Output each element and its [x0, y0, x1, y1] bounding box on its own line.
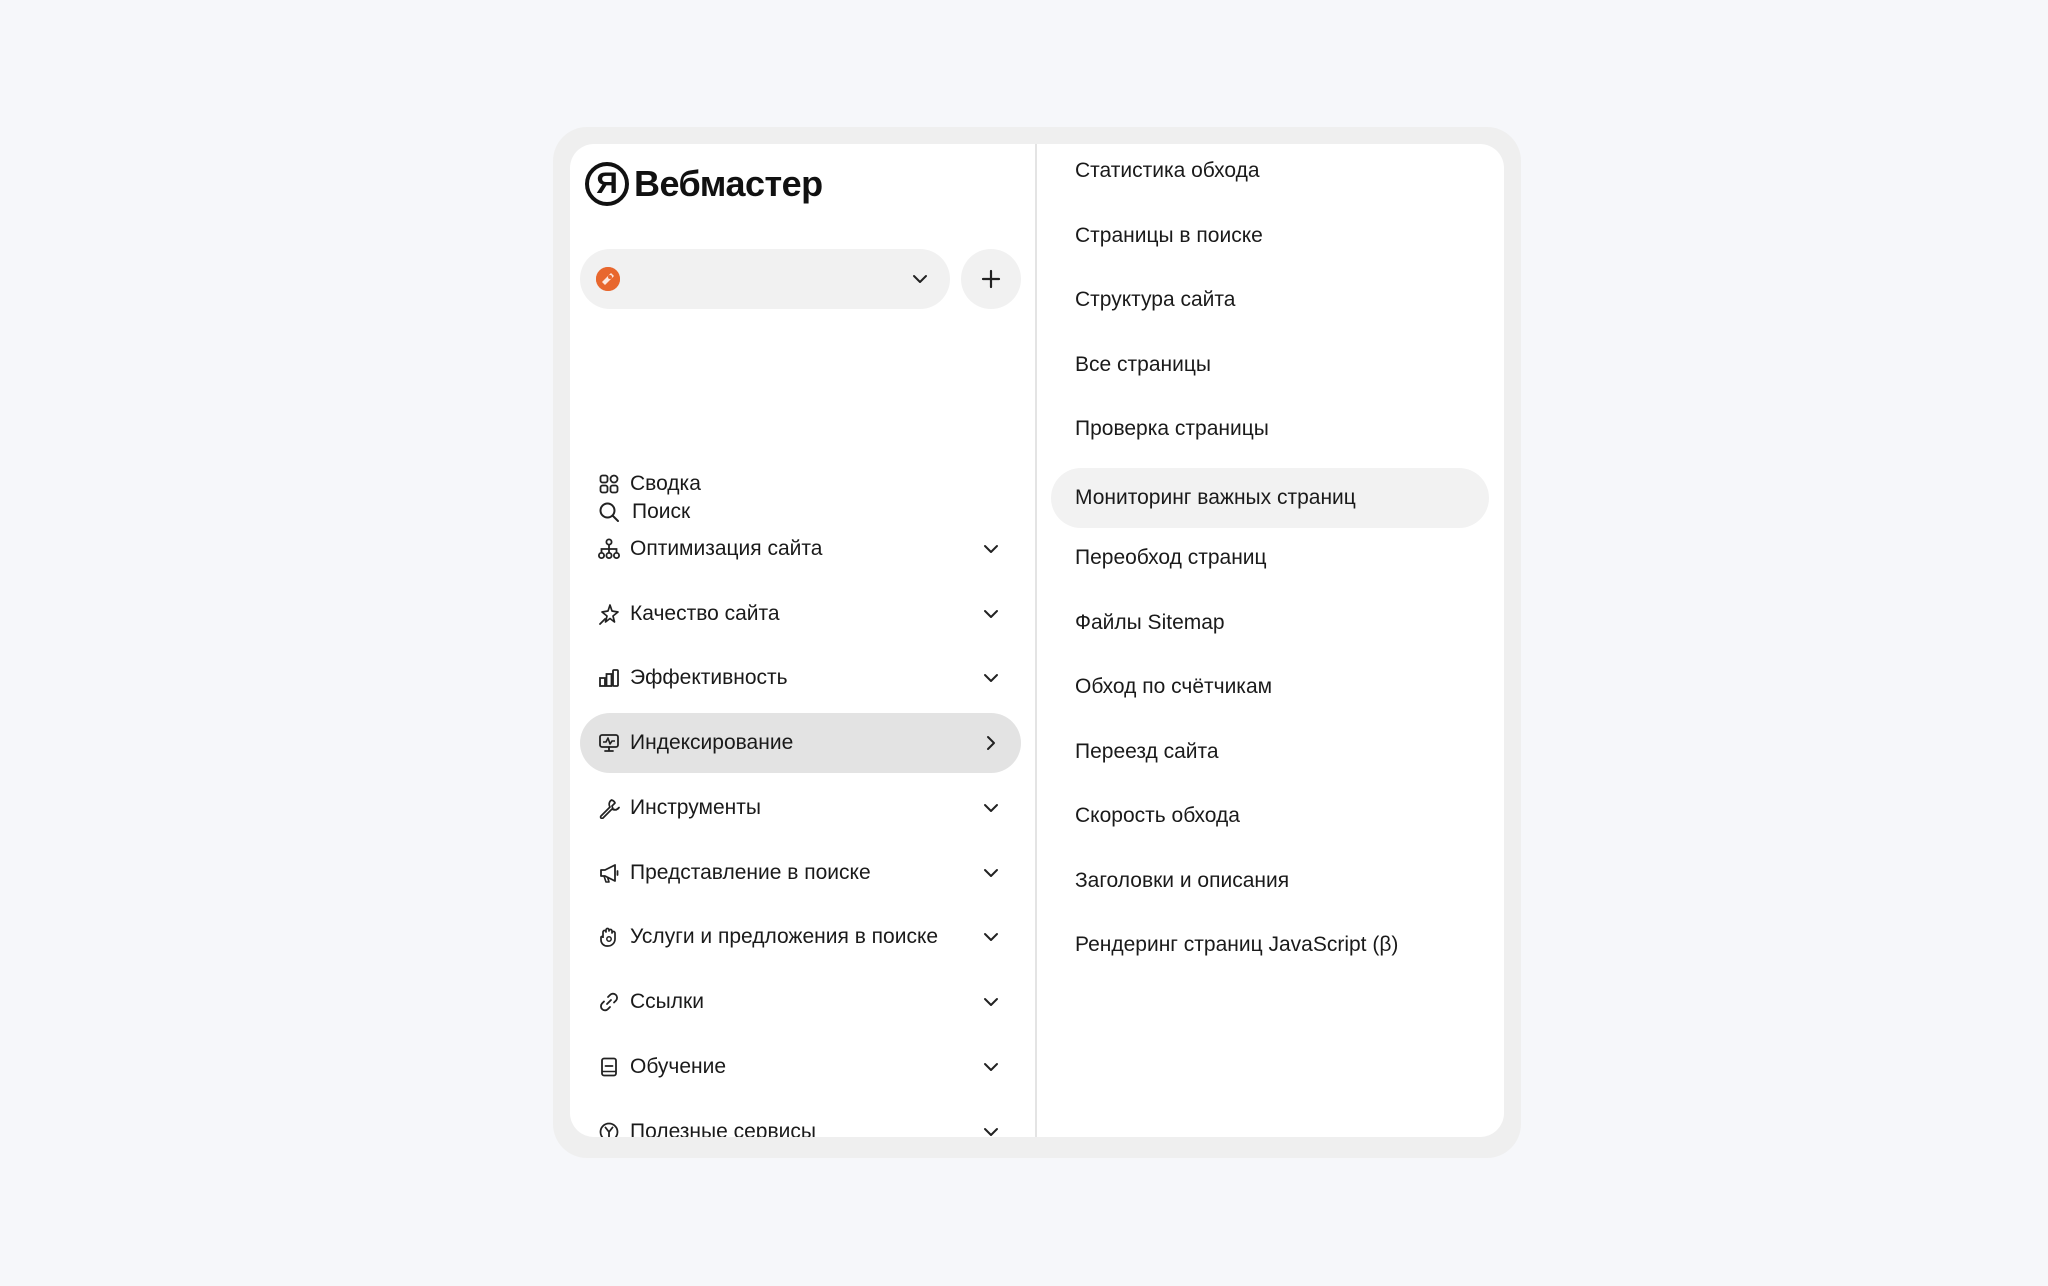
- nav-item-useful-services[interactable]: Полезные сервисы: [580, 1102, 1021, 1138]
- chevron-down-icon: [981, 539, 1001, 559]
- nav-item-learning[interactable]: Обучение: [580, 1037, 1021, 1097]
- nav-item-label: Сводка: [630, 472, 701, 495]
- submenu-item-site-move[interactable]: Переезд сайта: [1051, 722, 1489, 782]
- submenu-item-crawl-stats[interactable]: Статистика обхода: [1051, 144, 1489, 201]
- nav-item-services-offers[interactable]: Услуги и предложения в поиске: [580, 907, 1021, 967]
- site-favicon-icon: [596, 267, 620, 291]
- nav-item-label: Оптимизация сайта: [630, 536, 823, 560]
- link-icon: [598, 991, 620, 1013]
- submenu-item-js-rendering[interactable]: Рендеринг страниц JavaScript (β): [1051, 915, 1489, 975]
- chevron-down-icon: [981, 668, 1001, 688]
- nav-item-tools[interactable]: Инструменты: [580, 778, 1021, 838]
- add-site-button[interactable]: [961, 249, 1021, 309]
- sparkle-icon: [598, 603, 620, 625]
- nav-item-summary[interactable]: Сводка: [580, 454, 1021, 514]
- webmaster-logo[interactable]: Я Вебмастер: [585, 157, 823, 211]
- nav-item-search-appearance[interactable]: Представление в поиске: [580, 843, 1021, 903]
- nav-item-label: Обучение: [630, 1054, 727, 1078]
- nav-item-label: Эффективность: [630, 666, 788, 690]
- dashboard-icon: [598, 473, 620, 495]
- chevron-right-icon: [981, 733, 1001, 753]
- nav-item-label: Качество сайта: [630, 601, 780, 625]
- logo-text: Вебмастер: [634, 163, 823, 204]
- submenu-item-crawl-rate[interactable]: Скорость обхода: [1051, 786, 1489, 846]
- nav-item-label: Инструменты: [630, 795, 761, 819]
- main-nav-panel: Я Вебмастер Поиск Сводка Оптимизация сай…: [570, 144, 1037, 1137]
- submenu-item-page-check[interactable]: Проверка страницы: [1051, 399, 1489, 459]
- yandex-circle-icon: [598, 1121, 620, 1137]
- megaphone-icon: [598, 862, 620, 884]
- nav-item-links[interactable]: Ссылки: [580, 972, 1021, 1032]
- bar-chart-icon: [598, 667, 620, 689]
- main-nav: Сводка Оптимизация сайта Качество сайта: [580, 454, 1021, 1137]
- chevron-down-icon: [981, 1122, 1001, 1138]
- submenu-item-pages-in-search[interactable]: Страницы в поиске: [1051, 206, 1489, 266]
- yandex-logo-icon: Я: [585, 162, 629, 206]
- chevron-down-icon: [910, 269, 930, 294]
- chevron-down-icon: [981, 604, 1001, 624]
- submenu-item-important-pages-monitoring[interactable]: Мониторинг важных страниц: [1051, 467, 1489, 528]
- nav-item-indexing[interactable]: Индексирование: [580, 713, 1021, 773]
- nav-item-label: Индексирование: [630, 731, 794, 754]
- sitemap-icon: [598, 538, 620, 560]
- site-selector[interactable]: [580, 249, 950, 309]
- nav-item-label: Ссылки: [630, 990, 704, 1013]
- monitor-icon: [598, 732, 620, 754]
- submenu-item-site-structure[interactable]: Структура сайта: [1051, 270, 1489, 330]
- book-icon: [598, 1056, 620, 1078]
- nav-item-label: Услуги и предложения в поиске: [630, 925, 939, 949]
- nav-item-label: Представление в поиске: [630, 860, 871, 884]
- submenu-item-counter-crawl[interactable]: Обход по счётчикам: [1051, 657, 1489, 717]
- chevron-down-icon: [981, 992, 1001, 1012]
- chevron-down-icon: [981, 1057, 1001, 1077]
- submenu-item-sitemap-files[interactable]: Файлы Sitemap: [1051, 593, 1489, 653]
- nav-item-site-optimization[interactable]: Оптимизация сайта: [580, 519, 1021, 579]
- chevron-down-icon: [981, 863, 1001, 883]
- navigation-card: Я Вебмастер Поиск Сводка Оптимизация сай…: [570, 144, 1504, 1137]
- plus-icon: [981, 269, 1001, 289]
- hand-icon: [598, 926, 620, 948]
- submenu-item-recrawl-pages[interactable]: Переобход страниц: [1051, 528, 1489, 588]
- nav-item-site-quality[interactable]: Качество сайта: [580, 584, 1021, 644]
- indexing-submenu: Статистика обхода Страницы в поиске Стру…: [1037, 144, 1504, 1137]
- chevron-down-icon: [981, 927, 1001, 947]
- submenu-item-all-pages[interactable]: Все страницы: [1051, 335, 1489, 395]
- nav-item-label: Полезные сервисы: [630, 1119, 816, 1138]
- nav-item-efficiency[interactable]: Эффективность: [580, 648, 1021, 708]
- chevron-down-icon: [981, 798, 1001, 818]
- submenu-item-titles-descriptions[interactable]: Заголовки и описания: [1051, 851, 1489, 911]
- wrench-icon: [598, 797, 620, 819]
